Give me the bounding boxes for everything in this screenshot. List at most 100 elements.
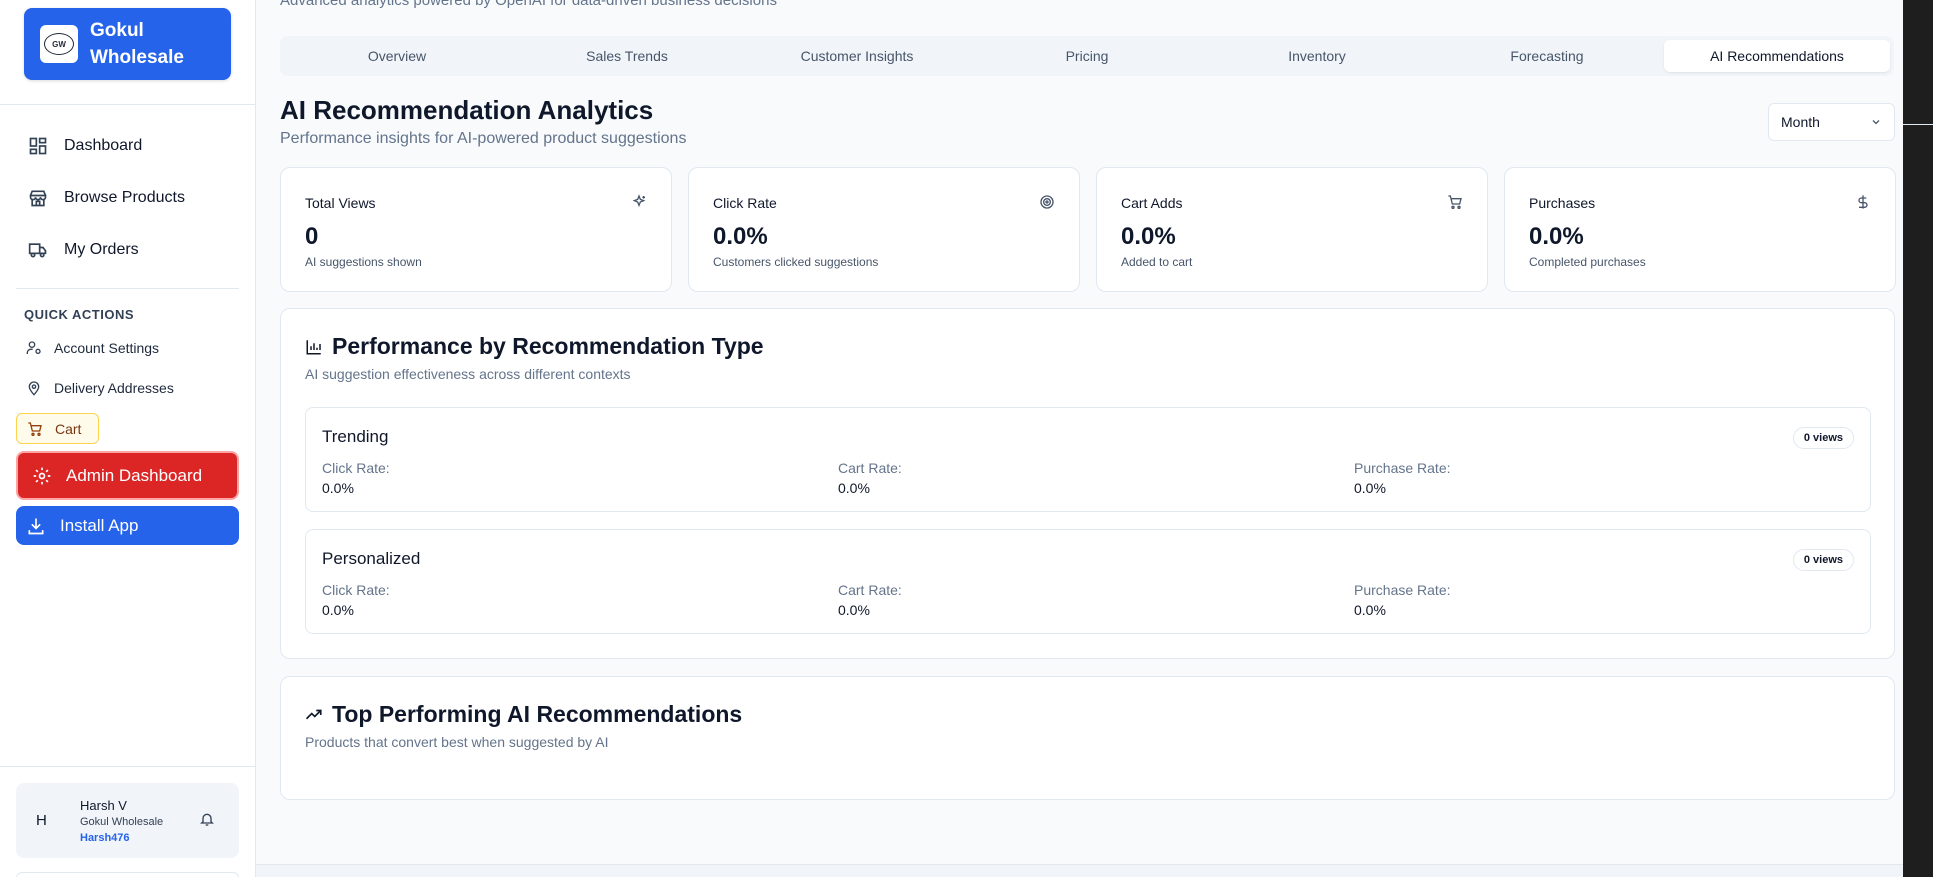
top-performing-card: Top Performing AI Recommendations Produc… [280,676,1895,800]
bell-icon[interactable] [199,811,215,827]
section-title-text: Top Performing AI Recommendations [332,701,743,727]
admin-dashboard-label: Admin Dashboard [66,465,203,485]
sidebar: GW Gokul Wholesale Dashboard Browse Prod… [0,0,256,877]
quick-action-label: Delivery Addresses [54,380,174,396]
page-title: AI Recommendation Analytics [280,95,654,125]
sidebar-item-label: Browse Products [64,189,185,206]
tab-customer-insights[interactable]: Customer Insights [744,40,970,72]
sidebar-divider [16,288,239,289]
quick-actions-heading: QUICK ACTIONS [24,307,135,322]
stat-subtext: Added to cart [1121,255,1193,269]
metric-value: 0.0% [1354,602,1386,618]
metric-value: 0.0% [322,602,354,618]
sidebar-item-label: My Orders [64,241,139,258]
purchase-rate-metric: Purchase Rate: 0.0% [1354,459,1451,499]
stat-label: Purchases [1529,195,1596,211]
map-pin-icon [28,381,40,396]
sidebar-divider [0,104,256,105]
tab-ai-recommendations[interactable]: AI Recommendations [1664,40,1890,72]
click-rate-metric: Click Rate: 0.0% [322,581,390,621]
recommendation-type-name: Trending [322,427,389,446]
quick-action-delivery-addresses[interactable]: Delivery Addresses [26,380,174,396]
cart-rate-metric: Cart Rate: 0.0% [838,581,902,621]
section-title: Top Performing AI Recommendations [305,701,742,728]
metric-label: Click Rate: [322,460,390,476]
cart-button[interactable]: Cart [16,413,99,444]
tab-overview[interactable]: Overview [284,40,510,72]
truck-icon [28,243,47,258]
metric-label: Purchase Rate: [1354,460,1451,476]
section-subtitle: Products that convert best when suggeste… [305,734,609,750]
stat-subtext: AI suggestions shown [305,255,422,269]
dollar-icon [1858,195,1868,209]
sidebar-item-dashboard[interactable]: Dashboard [28,136,142,156]
chevron-down-icon [1872,120,1880,125]
period-select-value: Month [1781,114,1820,130]
metric-label: Purchase Rate: [1354,582,1451,598]
sidebar-item-my-orders[interactable]: My Orders [28,240,139,260]
sparkles-icon [632,194,646,208]
window-edge [1903,0,1933,877]
cart-icon [1448,195,1462,209]
admin-dashboard-button[interactable]: Admin Dashboard [16,451,239,500]
stat-label: Cart Adds [1121,195,1183,211]
tab-sales-trends[interactable]: Sales Trends [514,40,740,72]
section-title-text: Performance by Recommendation Type [332,333,764,359]
metric-value: 0.0% [838,602,870,618]
page-header-subtitle: Advanced analytics powered by OpenAI for… [280,0,777,9]
stat-label: Click Rate [713,195,777,211]
stat-card-cart-adds: Cart Adds 0.0% Added to cart [1096,167,1488,292]
sidebar-footer-edge [16,872,239,877]
period-select[interactable]: Month [1768,103,1895,141]
stat-card-total-views: Total Views 0 AI suggestions shown [280,167,672,292]
download-icon [28,518,44,534]
page-bottom-edge [256,864,1903,877]
tab-forecasting[interactable]: Forecasting [1434,40,1660,72]
sidebar-item-label: Dashboard [64,137,143,154]
window-edge-divider [1903,124,1933,125]
recommendation-type-row: Personalized 0 views Click Rate: 0.0% Ca… [305,529,1871,634]
user-company: Gokul Wholesale [80,816,164,828]
user-profile-card[interactable]: H Harsh V Gokul Wholesale Harsh476 [16,783,239,858]
store-icon [29,190,47,207]
tab-pricing[interactable]: Pricing [974,40,1200,72]
cart-icon [28,421,42,436]
logo-text: GW [44,33,74,55]
install-app-label: Install App [60,515,139,535]
stat-label: Total Views [305,195,376,211]
metric-value: 0.0% [322,480,354,496]
company-logo: GW [40,25,78,63]
section-title: Performance by Recommendation Type [305,333,764,360]
user-settings-icon [26,341,41,354]
install-app-button[interactable]: Install App [16,506,239,545]
user-name: Harsh V [80,798,127,813]
trending-up-icon [305,709,322,719]
stat-card-purchases: Purchases 0.0% Completed purchases [1504,167,1896,292]
quick-action-account-settings[interactable]: Account Settings [26,340,159,356]
cart-label: Cart [55,420,82,437]
brand-name-line1: Gokul [90,20,144,41]
avatar: H [36,812,47,829]
performance-by-type-card: Performance by Recommendation Type AI su… [280,308,1895,659]
stat-value: 0.0% [713,223,768,250]
sidebar-item-browse-products[interactable]: Browse Products [28,188,185,208]
stat-subtext: Customers clicked suggestions [713,255,879,269]
stat-value: 0.0% [1529,223,1584,250]
gear-icon [33,467,51,484]
metric-value: 0.0% [1354,480,1386,496]
stat-value: 0 [305,223,319,250]
sidebar-divider [0,766,256,767]
brand-name-line2: Wholesale [90,47,184,68]
bar-chart-icon [306,339,321,354]
quick-action-label: Account Settings [54,340,160,356]
cart-rate-metric: Cart Rate: 0.0% [838,459,902,499]
user-handle: Harsh476 [80,832,130,844]
tab-inventory[interactable]: Inventory [1204,40,1430,72]
metric-value: 0.0% [838,480,870,496]
stat-subtext: Completed purchases [1529,255,1646,269]
dashboard-grid-icon [29,137,47,155]
views-badge: 0 views [1792,427,1854,449]
purchase-rate-metric: Purchase Rate: 0.0% [1354,581,1451,621]
brand-logo-button[interactable]: GW Gokul Wholesale [24,8,231,80]
metric-label: Cart Rate: [838,460,902,476]
